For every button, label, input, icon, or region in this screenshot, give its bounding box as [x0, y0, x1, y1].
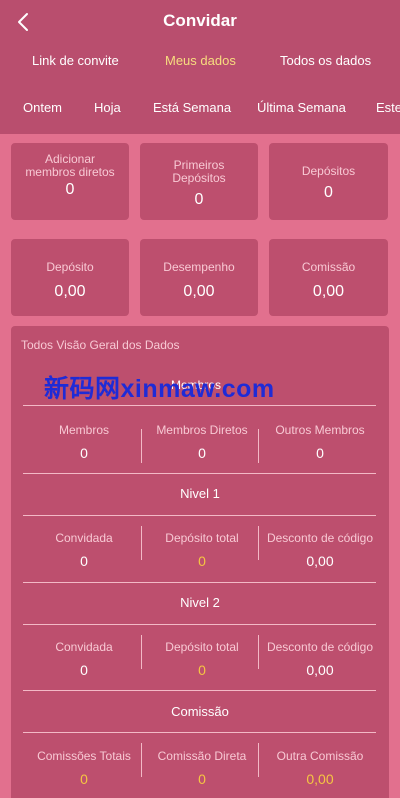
stat-label: Membros Diretos	[156, 423, 248, 437]
divider	[23, 624, 376, 625]
stat-value: 0	[198, 662, 206, 678]
divider	[23, 582, 376, 583]
card-depositos: Depósitos 0	[269, 143, 388, 220]
data-overview-panel: Todos Visão Geral dos Dados Membros 新码网x…	[11, 326, 389, 798]
header-bar: Convidar	[0, 0, 400, 44]
stat-convidada-n2: Convidada 0	[25, 640, 143, 678]
stat-value: 0	[80, 445, 88, 461]
stat-value: 0	[80, 662, 88, 678]
card-value: 0,00	[183, 283, 215, 300]
stat-label: Outros Membros	[275, 423, 365, 437]
stat-comissao-direta: Comissão Direta 0	[143, 749, 261, 787]
section-title-comissao: Comissão	[171, 704, 229, 719]
stat-outra-comissao: Outra Comissão 0,00	[261, 749, 379, 787]
divider	[141, 635, 142, 669]
stat-outros-membros: Outros Membros 0	[261, 423, 379, 461]
card-value: 0,00	[312, 283, 345, 300]
divider	[258, 635, 259, 669]
stat-label: Depósito total	[165, 640, 239, 654]
stat-label: Convidada	[55, 531, 113, 545]
stat-value: 0	[80, 553, 88, 569]
stat-value: 0,00	[306, 771, 334, 787]
filter-esta-semana[interactable]: Está Semana	[153, 100, 231, 115]
divider	[23, 732, 376, 733]
card-adicionar-membros: Adicionar membros diretos 0	[11, 143, 129, 220]
page-title: Convidar	[163, 11, 237, 30]
stat-label: Depósito total	[165, 531, 239, 545]
stat-membros: Membros 0	[25, 423, 143, 461]
stat-value: 0	[316, 445, 324, 461]
stat-label: Outra Comissão	[276, 749, 364, 763]
card-label: Desempenho	[163, 260, 235, 274]
overview-title: Todos Visão Geral dos Dados	[21, 338, 180, 352]
card-label: Depósitos	[301, 164, 356, 178]
divider	[141, 526, 142, 560]
stat-label: Comissão Direta	[157, 749, 247, 763]
filter-ultima-semana[interactable]: Última Semana	[257, 100, 346, 115]
watermark-text: 新码网xinmaw.com	[44, 375, 275, 403]
card-primeiros-depositos: Primeiros Depósitos 0	[140, 143, 258, 220]
divider	[258, 743, 259, 777]
card-label: Depósito	[46, 260, 94, 274]
divider	[23, 405, 376, 406]
card-comissao: Comissão 0,00	[269, 239, 388, 316]
stat-comissoes-totais: Comissões Totais 0	[25, 749, 143, 787]
stat-label: Desconto de código	[266, 640, 374, 654]
stat-deposito-total-n1: Depósito total 0	[143, 531, 261, 569]
stat-value: 0	[198, 771, 206, 787]
stat-label: Comissões Totais	[37, 749, 131, 763]
card-label: Primeiros Depósitos	[172, 158, 226, 185]
card-deposito: Depósito 0,00	[11, 239, 129, 316]
card-value: 0	[65, 181, 75, 198]
divider	[141, 743, 142, 777]
divider	[23, 690, 376, 691]
divider	[23, 473, 376, 474]
filter-este[interactable]: Este	[376, 100, 400, 115]
section-title-nivel-1: Nivel 1	[180, 486, 220, 501]
divider	[141, 429, 142, 463]
card-label: Comissão	[301, 260, 356, 274]
stat-desconto-codigo-n1: Desconto de código 0,00	[261, 531, 379, 569]
tab-bar: Link de convite Meus dados Todos os dado…	[0, 44, 400, 82]
stat-value: 0	[198, 445, 206, 461]
stat-label: Desconto de código	[266, 531, 374, 545]
stat-membros-diretos: Membros Diretos 0	[143, 423, 261, 461]
stat-value: 0,00	[306, 662, 334, 678]
card-desempenho: Desempenho 0,00	[140, 239, 258, 316]
card-value: 0	[194, 191, 204, 208]
tab-link-de-convite[interactable]: Link de convite	[32, 53, 119, 68]
stat-value: 0,00	[306, 553, 334, 569]
stat-desconto-codigo-n2: Desconto de código 0,00	[261, 640, 379, 678]
filter-hoja[interactable]: Hoja	[94, 100, 121, 115]
card-value: 0,00	[54, 283, 86, 300]
filter-ontem[interactable]: Ontem	[23, 100, 62, 115]
stat-label: Membros	[58, 423, 109, 437]
tab-meus-dados[interactable]: Meus dados	[165, 53, 236, 68]
divider	[258, 526, 259, 560]
section-title-nivel-2: Nivel 2	[180, 595, 220, 610]
divider	[23, 515, 376, 516]
stat-value: 0	[198, 553, 206, 569]
stat-value: 0	[80, 771, 88, 787]
stat-convidada-n1: Convidada 0	[25, 531, 143, 569]
stat-label: Convidada	[55, 640, 113, 654]
tab-todos-os-dados[interactable]: Todos os dados	[280, 53, 371, 68]
period-filter-bar: Ontem Hoja Está Semana Última Semana Est…	[0, 82, 400, 134]
divider	[258, 429, 259, 463]
stat-deposito-total-n2: Depósito total 0	[143, 640, 261, 678]
card-value: 0	[324, 184, 333, 201]
card-label: Adicionar membros diretos	[25, 152, 115, 179]
